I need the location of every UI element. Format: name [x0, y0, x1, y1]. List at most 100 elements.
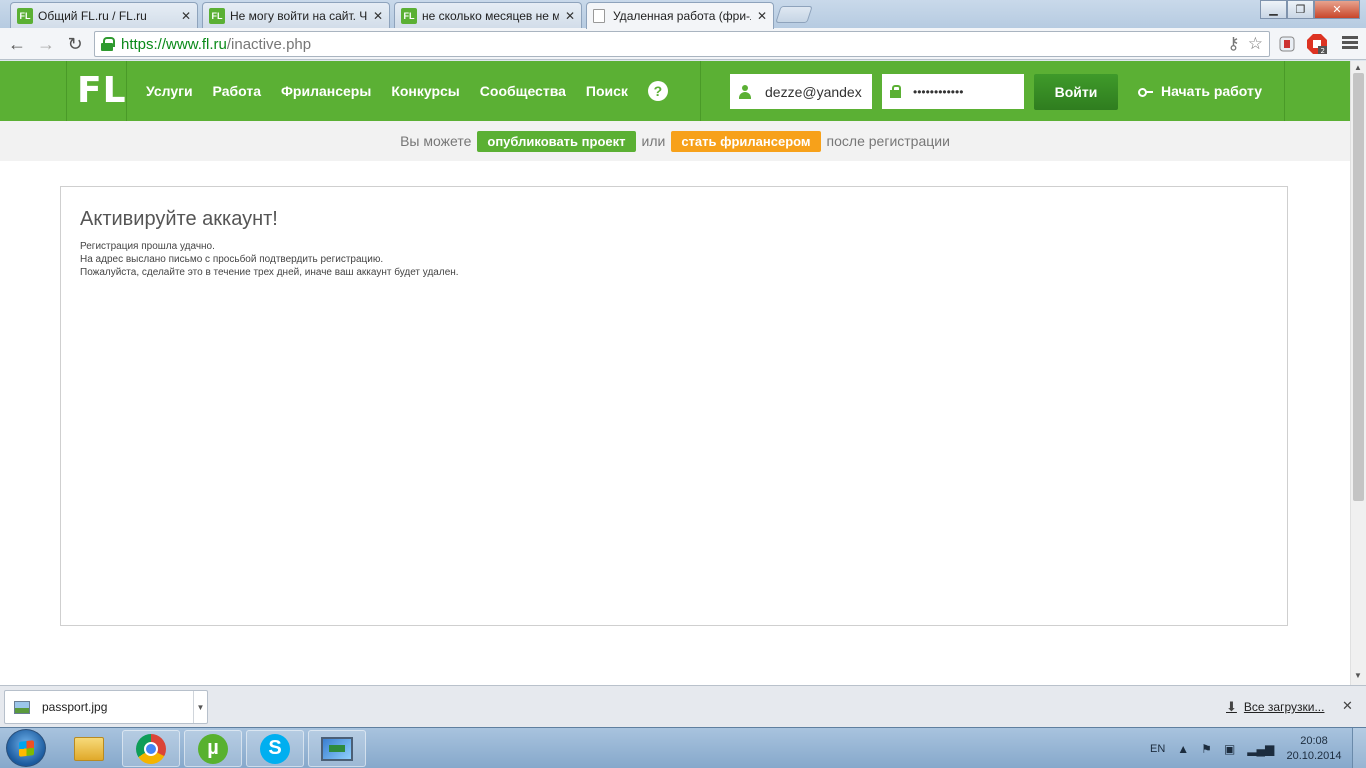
minimize-button[interactable]: ▁: [1260, 0, 1287, 19]
download-arrow-icon: ⬇: [1226, 699, 1237, 714]
download-item[interactable]: passport.jpg ▼: [4, 690, 208, 724]
nav-freelancers[interactable]: Фрилансеры: [281, 83, 371, 99]
url-scheme: https://: [121, 35, 167, 53]
vertical-scrollbar[interactable]: ▲ ▼: [1350, 61, 1366, 685]
page-title: Активируйте аккаунт!: [80, 208, 278, 230]
main-nav: Услуги Работа Фрилансеры Конкурсы Сообще…: [146, 61, 668, 121]
tab-title: Общий FL.ru / FL.ru: [38, 8, 147, 23]
maximize-button[interactable]: ❐: [1287, 0, 1314, 19]
clock[interactable]: 20:08 20.10.2014: [1284, 734, 1344, 764]
network-signal-icon[interactable]: ▂▄▆: [1247, 742, 1274, 756]
close-shelf-icon[interactable]: ✕: [1342, 698, 1353, 714]
fl-favicon-icon: FL: [401, 7, 417, 24]
download-filename: passport.jpg: [42, 700, 108, 714]
start-work-link[interactable]: Начать работу: [1138, 61, 1262, 121]
fl-logo[interactable]: FL: [77, 73, 127, 109]
message-line: Регистрация прошла удачно.: [80, 241, 215, 252]
tab-close-icon[interactable]: ✕: [181, 9, 191, 23]
promo-prefix: Вы можете: [400, 133, 472, 149]
login-button[interactable]: Войти: [1034, 74, 1118, 110]
tab-strip: FL Общий FL.ru / FL.ru ✕ FL Не могу войт…: [0, 0, 1366, 29]
scrollbar-thumb[interactable]: [1353, 73, 1364, 501]
monitor-icon: [321, 736, 353, 761]
tab-close-icon[interactable]: ✕: [757, 9, 767, 23]
tab-fl-general[interactable]: FL Общий FL.ru / FL.ru ✕: [10, 2, 198, 28]
fl-favicon-icon: FL: [17, 7, 33, 24]
extension-badge: 2: [1321, 47, 1325, 55]
clock-time: 20:08: [1300, 735, 1328, 747]
bookmark-star-icon[interactable]: ☆: [1248, 34, 1263, 54]
window-controls: ▁ ❐ ✕: [1260, 0, 1360, 19]
extension-shield-icon[interactable]: [1276, 33, 1298, 55]
promo-or: или: [641, 133, 666, 149]
chrome-menu-icon[interactable]: [1342, 34, 1358, 54]
show-desktop-button[interactable]: [1352, 728, 1366, 768]
clock-date: 20.10.2014: [1286, 750, 1342, 762]
start-button[interactable]: [6, 729, 46, 767]
folder-icon: [74, 736, 104, 761]
become-freelancer-button[interactable]: стать фрилансером: [671, 130, 821, 152]
all-downloads-label: Все загрузки...: [1243, 700, 1325, 714]
utorrent-icon: µ: [198, 733, 228, 764]
password-lock-icon: [890, 85, 901, 98]
reload-icon[interactable]: ↻: [63, 32, 87, 56]
secure-lock-icon: [101, 37, 115, 51]
url-host: www.fl.ru: [166, 35, 227, 53]
action-center-flag-icon[interactable]: ⚑: [1201, 742, 1212, 756]
tab-cant-login[interactable]: FL Не могу войти на сайт. Что ✕: [202, 2, 390, 28]
windows-taskbar: µ S EN ▲ ⚑ ▣ ▂▄▆ 20:08 20.10.2014: [0, 727, 1366, 768]
promo-bar: Вы можете опубликовать проект или стать …: [0, 121, 1350, 161]
language-indicator[interactable]: EN: [1150, 743, 1165, 755]
all-downloads-link[interactable]: ⬇ Все загрузки...: [1226, 699, 1324, 715]
downloads-shelf: passport.jpg ▼ ⬇ Все загрузки... ✕: [0, 685, 1366, 727]
dropdown-arrow-icon[interactable]: ▼: [193, 691, 207, 723]
nav-work[interactable]: Работа: [213, 83, 261, 99]
address-bar[interactable]: https://www.fl.ru/inactive.php ⚷ ☆: [94, 31, 1270, 57]
password-field[interactable]: ••••••••••••: [882, 74, 1024, 109]
user-icon: [738, 84, 752, 99]
key-icon: [1138, 86, 1154, 97]
publish-project-button[interactable]: опубликовать проект: [477, 130, 636, 152]
tab-close-icon[interactable]: ✕: [565, 9, 575, 23]
login-field[interactable]: dezze@yandex: [730, 74, 872, 109]
tab-title: не сколько месяцев не мо: [422, 8, 559, 23]
nav-contests[interactable]: Конкурсы: [391, 83, 459, 99]
nav-communities[interactable]: Сообщества: [480, 83, 566, 99]
password-value: ••••••••••••: [913, 84, 964, 99]
skype-icon: S: [260, 733, 290, 764]
chrome-icon: [136, 733, 166, 764]
image-file-icon: [14, 700, 30, 714]
scroll-up-arrow-icon[interactable]: ▲: [1354, 63, 1362, 72]
skype-taskbar-button[interactable]: S: [246, 730, 304, 767]
url-path: /inactive.php: [226, 35, 312, 53]
utorrent-taskbar-button[interactable]: µ: [184, 730, 242, 767]
chrome-taskbar-button[interactable]: [122, 730, 180, 767]
forward-arrow-icon[interactable]: →: [34, 32, 58, 56]
promo-suffix: после регистрации: [826, 133, 950, 149]
back-arrow-icon[interactable]: ←: [5, 32, 29, 56]
window-close-button[interactable]: ✕: [1314, 0, 1360, 19]
document-icon: [593, 9, 605, 23]
tab-title: Не могу войти на сайт. Что: [230, 8, 367, 23]
fl-favicon-icon: FL: [209, 7, 225, 24]
nav-search[interactable]: Поиск: [586, 83, 628, 99]
explorer-taskbar-button[interactable]: [60, 730, 118, 767]
adblock-icon[interactable]: 2: [1306, 33, 1328, 55]
key-icon[interactable]: ⚷: [1227, 34, 1239, 54]
tab-remote-work[interactable]: Удаленная работа (фри-л ✕: [586, 2, 774, 29]
system-tray: EN ▲ ⚑ ▣ ▂▄▆: [1150, 728, 1274, 768]
login-value: dezze@yandex: [765, 83, 862, 100]
tab-several-months[interactable]: FL не сколько месяцев не мо ✕: [394, 2, 582, 28]
new-tab-button[interactable]: [775, 6, 813, 23]
help-icon[interactable]: ?: [647, 81, 668, 101]
tab-close-icon[interactable]: ✕: [373, 9, 383, 23]
nav-services[interactable]: Услуги: [146, 83, 193, 99]
scroll-down-arrow-icon[interactable]: ▼: [1354, 671, 1362, 680]
activation-message: Регистрация прошла удачно. На адрес высл…: [80, 240, 459, 279]
message-line: Пожалуйста, сделайте это в течение трех …: [80, 267, 459, 278]
power-icon[interactable]: ▣: [1224, 742, 1235, 756]
tab-title: Удаленная работа (фри-л: [613, 9, 751, 23]
remote-desktop-taskbar-button[interactable]: [308, 730, 366, 767]
start-work-label: Начать работу: [1161, 83, 1262, 99]
tray-expand-icon[interactable]: ▲: [1177, 742, 1189, 756]
